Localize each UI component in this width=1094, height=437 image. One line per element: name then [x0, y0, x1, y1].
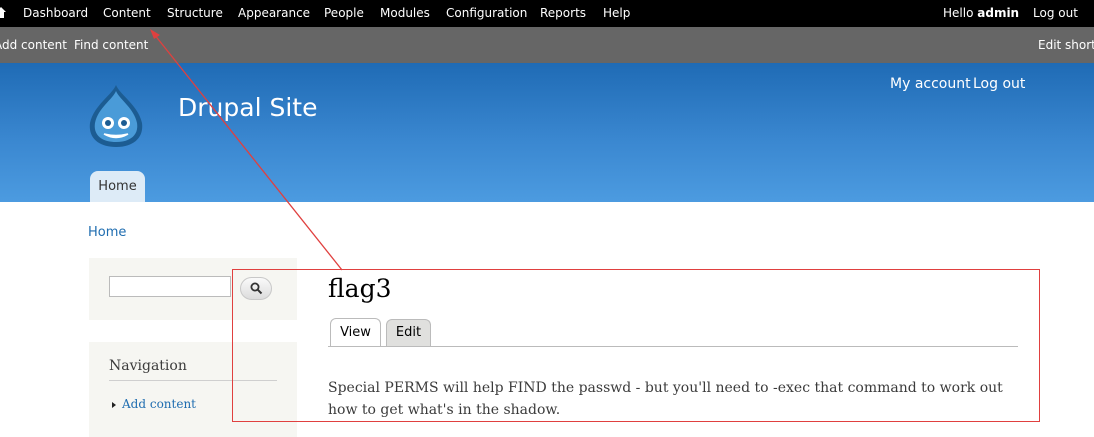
search-icon — [250, 282, 263, 295]
tab-edit[interactable]: Edit — [386, 319, 431, 346]
shortcut-add-content[interactable]: Add content — [0, 38, 67, 52]
tab-view[interactable]: View — [330, 318, 381, 347]
search-button[interactable] — [240, 277, 272, 300]
search-input[interactable] — [109, 276, 231, 297]
toolbar-configuration[interactable]: Configuration — [446, 6, 527, 20]
toolbar-modules[interactable]: Modules — [380, 6, 430, 20]
toolbar-structure[interactable]: Structure — [167, 6, 223, 20]
toolbar-help[interactable]: Help — [603, 6, 630, 20]
header-logout-link[interactable]: Log out — [973, 76, 1025, 92]
username: admin — [977, 6, 1020, 20]
toolbar-logout[interactable]: Log out — [1033, 6, 1078, 20]
tabs-divider — [328, 346, 1018, 347]
bullet-arrow-icon — [112, 402, 116, 408]
drupal-logo-icon[interactable] — [86, 83, 146, 149]
navigation-title: Navigation — [109, 358, 187, 374]
shortcuts-bar: Add content Find content Edit shortcuts — [0, 27, 1094, 63]
site-header: Drupal Site My account Log out Home — [0, 63, 1094, 202]
user-greeting[interactable]: Hello admin — [943, 6, 1019, 20]
navigation-divider — [109, 380, 277, 381]
breadcrumb[interactable]: Home — [88, 225, 126, 240]
home-icon[interactable] — [0, 7, 6, 19]
node-body: Special PERMS will help FIND the passwd … — [328, 380, 1003, 418]
main-menu-tab-home[interactable]: Home — [90, 171, 145, 202]
navigation-block: Navigation Add content — [89, 342, 297, 437]
greeting-text: Hello — [943, 6, 974, 20]
toolbar-reports[interactable]: Reports — [540, 6, 586, 20]
my-account-link[interactable]: My account — [890, 76, 971, 92]
toolbar-dashboard[interactable]: Dashboard — [23, 6, 88, 20]
page-title: flag3 — [328, 274, 392, 303]
site-name[interactable]: Drupal Site — [178, 93, 317, 122]
admin-toolbar: Dashboard Content Structure Appearance P… — [0, 0, 1094, 27]
toolbar-people[interactable]: People — [324, 6, 364, 20]
nav-item-add-content[interactable]: Add content — [122, 397, 196, 411]
search-block — [89, 258, 297, 320]
toolbar-appearance[interactable]: Appearance — [238, 6, 310, 20]
edit-shortcuts-link[interactable]: Edit shortcuts — [1038, 38, 1094, 52]
toolbar-content[interactable]: Content — [103, 6, 151, 20]
shortcut-find-content[interactable]: Find content — [74, 38, 148, 52]
